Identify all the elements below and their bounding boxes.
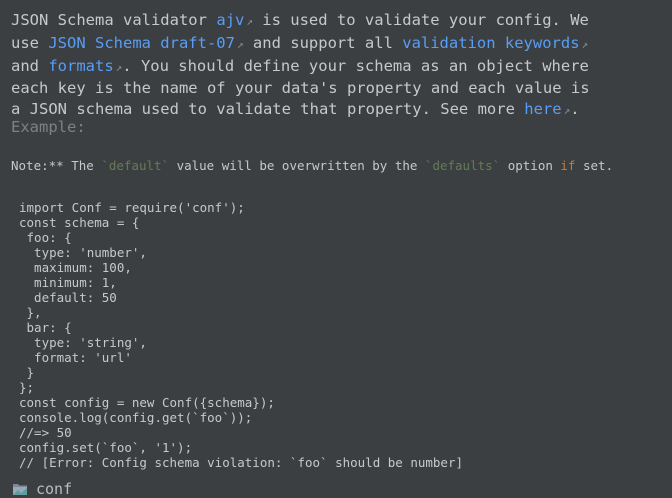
package-icon bbox=[13, 484, 27, 495]
code-line: import Conf = require('conf'); bbox=[19, 200, 245, 215]
code-line: type: 'number', bbox=[19, 245, 147, 260]
ajv-link[interactable]: ajv bbox=[216, 11, 244, 29]
keyword: if bbox=[560, 158, 576, 173]
doc-text: a JSON schema used to validate that prop… bbox=[11, 100, 525, 119]
here-link[interactable]: here bbox=[524, 100, 561, 118]
doc-text: is used to validate your config. We bbox=[252, 11, 589, 29]
code-line: foo: { bbox=[19, 230, 72, 245]
code-line: config.set(`foo`, '1'); bbox=[19, 440, 193, 455]
code-line: default: 50 bbox=[19, 290, 117, 305]
doc-text: use bbox=[11, 33, 49, 52]
doc-text: . bbox=[570, 100, 580, 119]
doc-line-3: and formats ↗. You should define your sch… bbox=[11, 56, 661, 79]
doc-line-1: JSON Schema validator ajv ↗ is used to va… bbox=[11, 10, 661, 33]
code-line: }; bbox=[19, 380, 35, 395]
note-text-part: value will be overwritten by the bbox=[169, 158, 425, 173]
inline-code: `default` bbox=[101, 158, 170, 173]
note-text: Note:** The `default` value will be over… bbox=[11, 158, 613, 173]
json-schema-link[interactable]: JSON Schema draft-07 bbox=[48, 34, 235, 52]
validation-keywords-link[interactable]: validation keywords bbox=[402, 34, 579, 52]
code-line: minimum: 1, bbox=[19, 275, 117, 290]
code-line: //=> 50 bbox=[19, 425, 72, 440]
doc-line-5: a JSON schema used to validate that prop… bbox=[11, 99, 661, 122]
note-text-part: Note:** The bbox=[11, 158, 102, 173]
doc-line-2: use JSON Schema draft-07 ↗ and support al… bbox=[11, 33, 661, 56]
external-link-icon: ↗ bbox=[236, 37, 244, 51]
code-line: bar: { bbox=[19, 320, 72, 335]
external-link-icon: ↗ bbox=[246, 15, 253, 28]
note-text-part: set. bbox=[575, 158, 614, 173]
code-line: maximum: 100, bbox=[19, 260, 132, 275]
code-line: const schema = { bbox=[19, 215, 140, 230]
example-label: Example: bbox=[11, 118, 86, 136]
package-footer[interactable]: conf bbox=[12, 480, 72, 498]
code-example: import Conf = require('conf'); const sch… bbox=[19, 200, 463, 470]
doc-text: . You should define your schema as an ob… bbox=[122, 56, 589, 75]
code-line: } bbox=[19, 365, 35, 380]
doc-text: and bbox=[11, 56, 49, 75]
code-line: type: 'string', bbox=[19, 335, 147, 350]
code-line: console.log(config.get(`foo`)); bbox=[19, 410, 253, 425]
code-line: // [Error: Config schema violation: `foo… bbox=[19, 455, 464, 470]
inline-code: `defaults` bbox=[424, 158, 501, 173]
code-line: format: 'url' bbox=[19, 350, 132, 365]
doc-text: and support all bbox=[243, 33, 403, 52]
note-text-part: option bbox=[500, 158, 561, 173]
formats-link[interactable]: formats bbox=[48, 57, 113, 75]
doc-text: JSON Schema validator bbox=[11, 11, 217, 29]
code-line: const config = new Conf({schema}); bbox=[19, 395, 275, 410]
external-link-icon: ↗ bbox=[581, 37, 589, 51]
doc-line-4: each key is the name of your data's prop… bbox=[11, 79, 590, 98]
code-line: }, bbox=[19, 305, 42, 320]
documentation-text: JSON Schema validator ajv ↗ is used to va… bbox=[11, 10, 661, 122]
package-name: conf bbox=[36, 480, 73, 498]
